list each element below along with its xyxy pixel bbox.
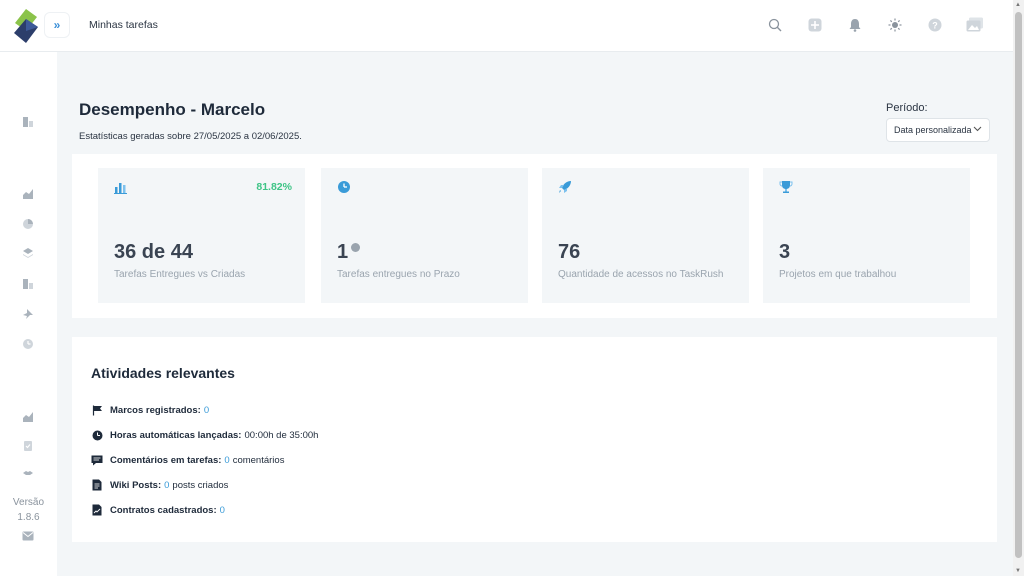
activities-title: Atividades relevantes: [91, 365, 235, 381]
svg-text:?: ?: [932, 21, 938, 31]
search-icon[interactable]: [765, 15, 785, 35]
activity-suffix: posts criados: [172, 479, 229, 491]
help-icon[interactable]: ?: [925, 15, 945, 35]
top-bar: » Minhas tarefas ?: [0, 0, 1013, 52]
clock-icon: [91, 429, 103, 441]
stat-card-accesses: 76 Quantidade de acessos no TaskRush: [542, 168, 749, 303]
activity-item-milestones: Marcos registrados: 0: [91, 404, 209, 416]
stat-value: 3: [779, 241, 791, 263]
expand-sidebar-button[interactable]: »: [44, 12, 70, 38]
activity-value[interactable]: 0: [220, 505, 225, 516]
period-label: Período:: [886, 102, 928, 114]
growth-icon[interactable]: [20, 409, 36, 425]
handshake-icon[interactable]: [20, 465, 36, 481]
document-icon: [91, 479, 103, 491]
stats-panel: 81.82% 36 de 44 Tarefas Entregues vs Cri…: [72, 154, 997, 318]
stat-label: Projetos em que trabalhou: [779, 269, 897, 280]
clock-icon[interactable]: [20, 336, 36, 352]
scroll-up-icon[interactable]: ▲: [1015, 2, 1021, 8]
activity-label: Contratos cadastrados:: [110, 504, 217, 516]
reports-icon[interactable]: [20, 276, 36, 292]
version-number: 1.8.6: [17, 512, 40, 523]
sidebar: Versão 1.8.6: [0, 52, 57, 576]
activity-value: 00:00h de 35:00h: [244, 429, 319, 441]
activity-label: Comentários em tarefas:: [110, 454, 222, 466]
activity-item-hours: Horas automáticas lançadas: 00:00h de 35…: [91, 429, 318, 441]
double-chevron-right-icon: »: [53, 18, 61, 32]
period-select[interactable]: Data personalizada: [886, 118, 990, 142]
stat-value: 76: [558, 241, 581, 263]
stat-card-on-time: 1 Tarefas entregues no Prazo: [321, 168, 528, 303]
bell-icon[interactable]: [845, 15, 865, 35]
scroll-down-icon[interactable]: ▼: [1015, 568, 1021, 574]
pie-chart-icon[interactable]: [20, 216, 36, 232]
version-label: Versão: [12, 497, 45, 508]
clock-icon: [337, 180, 351, 194]
stat-label: Tarefas entregues no Prazo: [337, 269, 460, 280]
chevron-down-icon: [973, 124, 982, 135]
chart-icon[interactable]: [20, 186, 36, 202]
stat-percent: 81.82%: [256, 181, 292, 193]
activities-panel: Atividades relevantes Marcos registrados…: [72, 337, 997, 542]
activity-label: Wiki Posts:: [110, 479, 162, 491]
stat-label: Tarefas Entregues vs Criadas: [114, 269, 246, 280]
activity-value[interactable]: 0: [204, 405, 209, 416]
stat-value-wrapper: 1: [337, 241, 361, 264]
rocket-icon: [558, 180, 572, 194]
plus-icon[interactable]: [805, 15, 825, 35]
activity-label: Horas automáticas lançadas:: [110, 429, 242, 441]
mail-icon[interactable]: [20, 528, 36, 544]
pin-icon[interactable]: [20, 306, 36, 322]
sun-icon[interactable]: [885, 15, 905, 35]
page-title: Desempenho - Marcelo: [79, 100, 266, 119]
stats-date-range: Estatísticas geradas sobre 27/05/2025 a …: [79, 131, 302, 142]
checklist-icon[interactable]: [20, 438, 36, 454]
trophy-icon: [779, 180, 793, 194]
stat-label: Quantidade de acessos no TaskRush: [558, 269, 724, 280]
activity-item-comments: Comentários em tarefas: 0 comentários: [91, 454, 284, 466]
stat-value: 1: [337, 241, 349, 263]
info-icon[interactable]: [351, 243, 361, 252]
stat-card-tasks: 81.82% 36 de 44 Tarefas Entregues vs Cri…: [98, 168, 305, 303]
image-icon[interactable]: [965, 15, 985, 35]
scrollbar-thumb[interactable]: [1015, 12, 1022, 558]
header-actions: ?: [765, 15, 985, 35]
page-scrollbar[interactable]: ▲ ▼: [1013, 0, 1024, 576]
stat-card-projects: 3 Projetos em que trabalhou: [763, 168, 970, 303]
activity-item-wiki: Wiki Posts: 0 posts criados: [91, 479, 228, 491]
flag-icon: [91, 404, 103, 416]
bar-chart-icon: [114, 180, 128, 194]
activity-item-contracts: Contratos cadastrados: 0: [91, 504, 225, 516]
activity-value[interactable]: 0: [224, 455, 229, 466]
activity-label: Marcos registrados:: [110, 404, 201, 416]
contract-icon: [91, 504, 103, 516]
page-breadcrumb-title: Minhas tarefas: [89, 19, 158, 31]
layers-icon[interactable]: [20, 245, 36, 261]
period-select-value: Data personalizada: [894, 125, 972, 135]
stat-value: 36 de 44: [114, 241, 193, 263]
dashboard-icon[interactable]: [20, 114, 36, 130]
app-logo[interactable]: [13, 9, 39, 43]
comment-icon: [91, 454, 103, 466]
activity-value[interactable]: 0: [164, 480, 169, 491]
activity-suffix: comentários: [232, 454, 285, 466]
